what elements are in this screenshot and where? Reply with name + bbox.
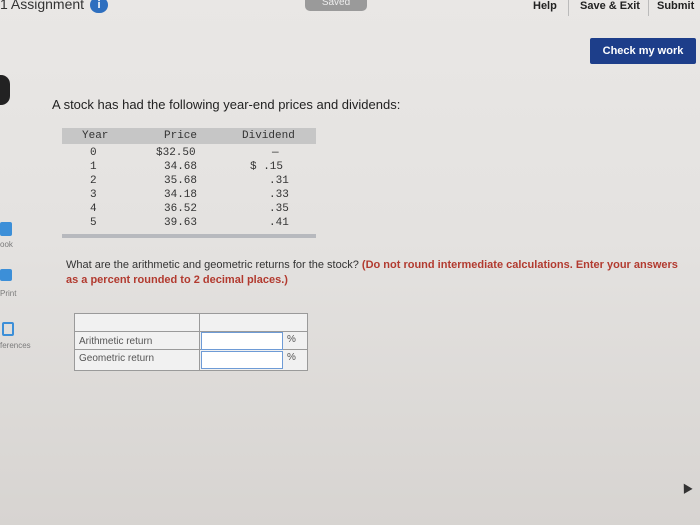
answer-grid: Arithmetic return % Geometric return % (74, 313, 308, 371)
dividend-cell: .41 (269, 217, 289, 229)
year-cell: 4 (90, 203, 97, 215)
arithmetic-return-label: Arithmetic return (79, 336, 153, 347)
grid-line (199, 314, 200, 370)
assignment-title: 1 Assignment (0, 0, 85, 12)
table-bottom-rule (62, 234, 316, 238)
references-icon[interactable] (2, 322, 14, 336)
check-my-work-button[interactable]: Check my work (590, 38, 696, 64)
header-dividend: Dividend (242, 130, 295, 142)
price-cell: 34.18 (164, 189, 198, 201)
top-bar: 1 Assignment i Saved Help Save & Exit Su… (0, 0, 700, 20)
year-cell: 2 (90, 175, 97, 187)
geometric-return-input[interactable] (201, 351, 283, 369)
header-price: Price (164, 130, 198, 142)
year-cell: 0 (90, 147, 97, 159)
cursor-arrow-icon (679, 481, 693, 494)
header-year: Year (82, 130, 109, 142)
dividend-cell: — (272, 147, 279, 159)
dividend-cell: .33 (269, 189, 289, 201)
year-cell: 3 (90, 189, 97, 201)
question-intro: A stock has had the following year-end p… (52, 97, 401, 112)
divider (568, 0, 569, 16)
help-button[interactable]: Help (533, 0, 557, 12)
percent-unit: % (287, 334, 296, 345)
question-nav-handle[interactable] (0, 75, 10, 105)
price-cell: 35.68 (164, 175, 198, 187)
arithmetic-return-input[interactable] (201, 332, 283, 350)
geometric-return-label: Geometric return (79, 353, 155, 364)
saved-status: Saved (305, 0, 367, 11)
save-exit-button[interactable]: Save & Exit (580, 0, 640, 12)
table-header: Year Price Dividend (62, 128, 316, 144)
references-label[interactable]: ferences (0, 341, 31, 350)
question-prompt: What are the arithmetic and geometric re… (66, 258, 686, 288)
assignment-info-badge[interactable]: i (90, 0, 108, 13)
ebook-icon[interactable] (0, 222, 12, 236)
ebook-label[interactable]: ook (0, 240, 13, 249)
percent-unit: % (287, 352, 296, 363)
price-cell: 34.68 (164, 161, 198, 173)
price-cell: $32.50 (156, 147, 196, 159)
submit-button[interactable]: Submit (657, 0, 694, 12)
year-cell: 1 (90, 161, 97, 173)
year-cell: 5 (90, 217, 97, 229)
divider (648, 0, 649, 16)
price-cell: 36.52 (164, 203, 198, 215)
assignment-screen: 1 Assignment i Saved Help Save & Exit Su… (0, 0, 700, 525)
prompt-text: What are the arithmetic and geometric re… (66, 259, 359, 271)
print-icon[interactable] (0, 269, 12, 281)
dividend-cell: .31 (269, 175, 289, 187)
price-cell: 39.63 (164, 217, 198, 229)
dividend-cell: .35 (269, 203, 289, 215)
dividend-cell: $ .15 (250, 161, 284, 173)
print-label[interactable]: Print (0, 289, 16, 298)
